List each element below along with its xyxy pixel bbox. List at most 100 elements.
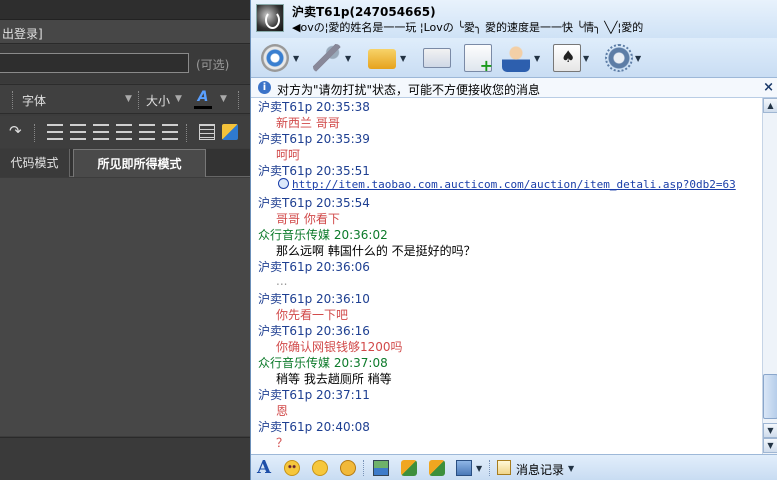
- contact-signature: ◀ovの¦愛的姓名是一一玩 ¦Lovの ╰愛╮ 愛的速度是一一快 ╰情╮ ╲╱¦…: [292, 21, 644, 34]
- emoticon-icon[interactable]: [284, 460, 300, 476]
- info-icon: i: [258, 81, 271, 94]
- scroll-end-icon[interactable]: ▼: [763, 438, 777, 453]
- close-icon[interactable]: ×: [763, 80, 774, 95]
- message-body: ？: [276, 436, 289, 450]
- history-icon: [497, 460, 511, 475]
- message-body: 那么远啊 韩国什么的 不是挺好的吗？: [276, 244, 476, 258]
- editor-mode-tabs: 代码模式 所见即所得模式: [0, 149, 250, 177]
- font-size-select[interactable]: 大小: [146, 92, 170, 109]
- toolbar-separator: [363, 460, 364, 476]
- font-family-select[interactable]: 字体: [22, 92, 46, 109]
- message-body: 你先看一下吧: [276, 308, 349, 322]
- message-sender: 沪卖T61p 20:36:06: [258, 260, 370, 274]
- title-input[interactable]: [0, 53, 189, 73]
- message-sender: 众行音乐传媒 20:36:02: [258, 228, 388, 242]
- history-label: 消息记录: [516, 463, 565, 477]
- login-row: 出登录]: [0, 20, 250, 44]
- chevron-down-icon[interactable]: ▼: [400, 54, 406, 63]
- message-link-text[interactable]: http://item.taobao.com.aucticom.com/auct…: [292, 178, 736, 191]
- message-body: 稍等 我去趟厕所 稍等: [276, 372, 392, 386]
- message-history[interactable]: 沪卖T61p 20:35:38 新西兰 哥哥 沪卖T61p 20:35:39 呵呵 沪卖…: [251, 98, 762, 454]
- voice-call-icon[interactable]: [313, 44, 341, 72]
- screen-capture-icon[interactable]: [429, 460, 445, 476]
- message-sender: 众行音乐传媒 20:37:08: [258, 356, 388, 370]
- message-body: 哥哥 你看下: [276, 212, 340, 226]
- outdent-icon[interactable]: [93, 124, 109, 140]
- message-sender: 沪卖T61p 20:36:16: [258, 324, 370, 338]
- message-sender: 沪卖T61p 20:40:08: [258, 420, 370, 434]
- chevron-down-icon[interactable]: ▼: [583, 54, 589, 63]
- message-sender: 沪卖T61p 20:36:10: [258, 292, 370, 306]
- title-row: (可选): [0, 45, 250, 83]
- scroll-up-icon[interactable]: ▲: [763, 98, 777, 113]
- message-link[interactable]: http://item.taobao.com.aucticom.com/auct…: [278, 178, 736, 191]
- title-optional-hint: (可选): [196, 58, 230, 72]
- tab-wysiwyg-mode[interactable]: 所见即所得模式: [73, 149, 206, 177]
- avatar[interactable]: [256, 4, 284, 32]
- chevron-down-icon[interactable]: ▼: [534, 54, 540, 63]
- login-link[interactable]: 出登录]: [2, 25, 43, 42]
- font-style-icon[interactable]: A: [257, 459, 273, 477]
- message-body: 你确认网银钱够1200吗: [276, 340, 403, 354]
- message-sender: 沪卖T61p 20:35:51: [258, 164, 370, 178]
- send-file-icon[interactable]: [368, 49, 396, 69]
- scroll-down-icon[interactable]: ▼: [763, 423, 777, 438]
- toolbar-separator: [238, 91, 240, 109]
- message-sender: 沪卖T61p 20:37:11: [258, 388, 370, 402]
- chevron-down-icon[interactable]: ▼: [635, 54, 641, 63]
- settings-icon[interactable]: [605, 44, 633, 72]
- justify-icon[interactable]: [162, 124, 178, 140]
- editor-top-bar: [0, 0, 250, 20]
- editor-content-area[interactable]: [0, 178, 250, 436]
- toolbar-separator: [12, 91, 14, 109]
- chevron-down-icon[interactable]: ▼: [345, 54, 351, 63]
- message-sender: 沪卖T61p 20:35:39: [258, 132, 370, 146]
- screenshot-icon[interactable]: [456, 460, 472, 476]
- message-body: ...: [276, 274, 288, 288]
- indent-icon[interactable]: [116, 124, 132, 140]
- format-toolbar: ↷: [0, 116, 250, 148]
- message-body: 新西兰 哥哥: [276, 116, 340, 130]
- chevron-down-icon[interactable]: ▼: [175, 94, 182, 104]
- magic-emoticon-icon[interactable]: [312, 460, 328, 476]
- chat-toolbar: ▼ ▼ ▼ ▼ ▼ ▼: [251, 38, 777, 78]
- insert-image-icon[interactable]: [222, 124, 238, 140]
- font-toolbar: 字体 ▼ 大小 ▼ A ▼: [0, 84, 250, 114]
- table-icon[interactable]: [199, 124, 215, 140]
- contact-name: 沪卖T61p(247054665): [292, 5, 436, 19]
- redo-icon[interactable]: ↷: [9, 122, 22, 140]
- editor-bottom-bar: [0, 437, 250, 480]
- font-color-icon[interactable]: A: [193, 89, 213, 109]
- chevron-down-icon[interactable]: ▼: [293, 54, 299, 63]
- add-note-icon[interactable]: [464, 44, 493, 75]
- align-icon[interactable]: [139, 124, 155, 140]
- send-image-icon[interactable]: [373, 460, 389, 476]
- chat-window: 沪卖T61p(247054665) ◀ovの¦愛的姓名是一一玩 ¦Lovの ╰愛…: [250, 0, 777, 480]
- toolbar-separator: [138, 91, 140, 109]
- unordered-list-icon[interactable]: [70, 124, 86, 140]
- chat-header: 沪卖T61p(247054665) ◀ovの¦愛的姓名是一一玩 ¦Lovの ╰愛…: [251, 0, 777, 38]
- game-icon[interactable]: [553, 44, 581, 72]
- tab-code-mode[interactable]: 代码模式: [0, 149, 70, 177]
- chevron-down-icon[interactable]: ▼: [125, 94, 132, 104]
- scrollbar-thumb[interactable]: [763, 374, 777, 419]
- customer-service-icon[interactable]: [502, 44, 530, 72]
- toolbar-separator: [186, 124, 188, 142]
- message-sender: 沪卖T61p 20:35:38: [258, 100, 370, 114]
- input-toolbar: A ▼ 消息记录 ▼: [251, 454, 777, 480]
- video-call-icon[interactable]: [261, 44, 289, 72]
- message-body: 恩: [276, 404, 289, 418]
- chevron-down-icon[interactable]: ▼: [568, 464, 574, 473]
- gift-icon[interactable]: [401, 460, 417, 476]
- chevron-down-icon[interactable]: ▼: [220, 94, 227, 104]
- shake-window-icon[interactable]: [340, 460, 356, 476]
- message-scrollbar[interactable]: ▲ ▼ ▼: [762, 98, 777, 454]
- message-sender: 沪卖T61p 20:35:54: [258, 196, 370, 210]
- ordered-list-icon[interactable]: [47, 124, 63, 140]
- link-icon: [278, 178, 289, 189]
- editor-panel: 出登录] (可选) 字体 ▼ 大小 ▼ A ▼ ↷ 代码模式 所见即所得模式: [0, 0, 250, 480]
- toolbar-separator: [34, 124, 36, 142]
- chevron-down-icon[interactable]: ▼: [476, 464, 482, 473]
- mail-icon[interactable]: [423, 48, 451, 68]
- status-notice-bar: i 对方为"请勿打扰"状态，可能不方便接收您的消息 ×: [251, 78, 777, 98]
